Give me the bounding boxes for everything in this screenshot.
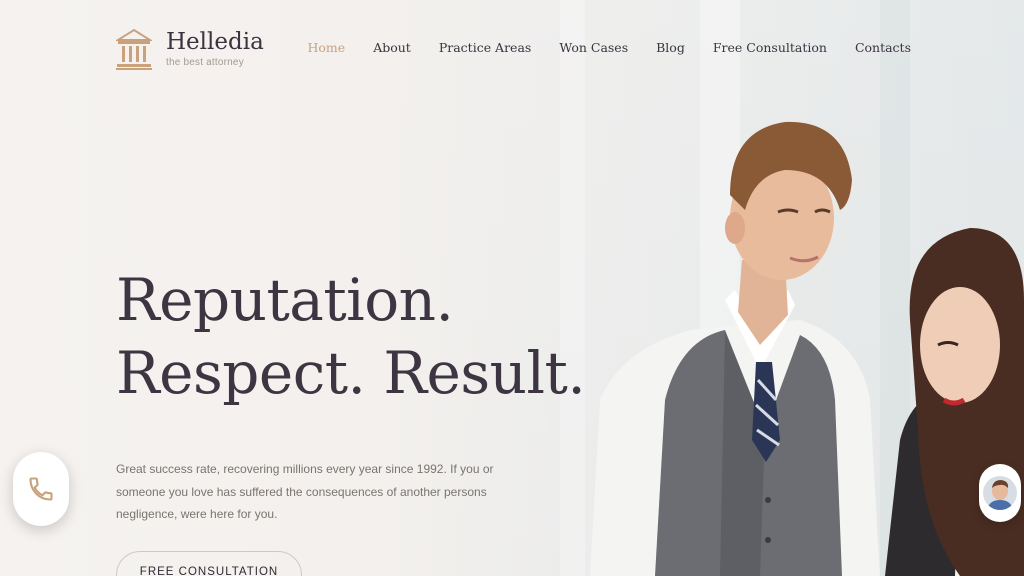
nav-blog[interactable]: Blog <box>656 40 685 55</box>
free-consultation-button[interactable]: FREE CONSULTATION <box>116 551 302 576</box>
man-figure <box>590 121 880 576</box>
avatar-icon <box>983 476 1017 510</box>
nav-about[interactable]: About <box>373 40 411 55</box>
chat-avatar-button[interactable] <box>979 464 1021 522</box>
woman-figure <box>885 228 1024 576</box>
brand-logo[interactable]: Helledia the best attorney <box>116 27 264 71</box>
hero-intro-text: Great success rate, recovering millions … <box>116 462 494 521</box>
main-navigation: Home About Practice Areas Won Cases Blog… <box>308 40 912 55</box>
hero-headline: Reputation. Respect. Result. <box>116 264 586 410</box>
courthouse-icon <box>116 28 152 70</box>
phone-icon <box>29 477 53 501</box>
nav-practice-areas[interactable]: Practice Areas <box>439 40 532 55</box>
nav-home[interactable]: Home <box>308 40 346 55</box>
call-button[interactable] <box>13 452 69 526</box>
nav-free-consultation[interactable]: Free Consultation <box>713 40 827 55</box>
nav-won-cases[interactable]: Won Cases <box>559 40 628 55</box>
nav-contacts[interactable]: Contacts <box>855 40 911 55</box>
hero-people-image <box>590 121 1024 576</box>
headline-line-2: Respect. Result. <box>116 339 586 407</box>
brand-tagline: the best attorney <box>166 57 244 68</box>
headline-line-1: Reputation. <box>116 266 454 334</box>
brand-name: Helledia <box>166 29 264 55</box>
